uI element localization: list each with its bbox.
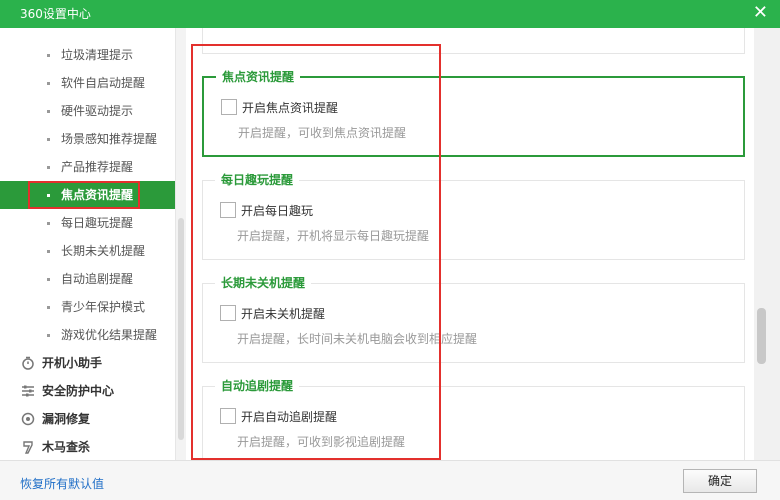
bullet-icon bbox=[47, 110, 50, 113]
sidebar-group-security-center[interactable]: 安全防护中心 bbox=[0, 377, 175, 405]
bullet-icon bbox=[47, 54, 50, 57]
sidebar-item-hardware-driver[interactable]: 硬件驱动提示 bbox=[0, 97, 175, 125]
section-title: 长期未关机提醒 bbox=[215, 275, 312, 291]
bullet-icon bbox=[47, 82, 50, 85]
sidebar-item-product-recommend[interactable]: 产品推荐提醒 bbox=[0, 153, 175, 181]
sidebar-scrollbar[interactable] bbox=[176, 28, 186, 460]
section-description: 开启提醒，可收到影视追剧提醒 bbox=[237, 435, 406, 449]
section-daily-fun: 每日趣玩提醒 开启每日趣玩 开启提醒，开机将显示每日趣玩提醒 bbox=[202, 172, 745, 260]
sidebar-item-label: 自动追剧提醒 bbox=[61, 272, 134, 286]
sidebar-item-teen-protection[interactable]: 青少年保护模式 bbox=[0, 293, 175, 321]
sidebar-item-label: 每日趣玩提醒 bbox=[61, 216, 134, 230]
section-description: 开启提醒，长时间未关机电脑会收到相应提醒 bbox=[237, 332, 478, 346]
sidebar-item-focus-news[interactable]: 焦点资讯提醒 bbox=[0, 181, 175, 209]
sidebar-group-label: 木马查杀 bbox=[42, 440, 91, 454]
sidebar-scrollbar-thumb[interactable] bbox=[178, 218, 184, 440]
bullet-icon bbox=[47, 222, 50, 225]
sidebar-item-label: 硬件驱动提示 bbox=[61, 104, 134, 118]
bullet-icon bbox=[47, 250, 50, 253]
sidebar-item-daily-fun[interactable]: 每日趣玩提醒 bbox=[0, 209, 175, 237]
ok-button[interactable]: 确定 bbox=[683, 469, 757, 493]
sidebar-item-label: 垃圾清理提示 bbox=[61, 48, 134, 62]
bullet-icon bbox=[47, 278, 50, 281]
patch-icon bbox=[21, 412, 35, 426]
sidebar-item-game-optimize[interactable]: 游戏优化结果提醒 bbox=[0, 321, 175, 349]
restore-defaults-link[interactable]: 恢复所有默认值 bbox=[20, 475, 104, 492]
sidebar-group-boot-assistant[interactable]: 开机小助手 bbox=[0, 349, 175, 377]
sidebar-group-label: 安全防护中心 bbox=[42, 384, 115, 398]
highlight-box bbox=[28, 181, 140, 209]
checkbox[interactable] bbox=[220, 305, 236, 321]
sidebar-group-label: 漏洞修复 bbox=[42, 412, 91, 426]
close-icon[interactable]: ✕ bbox=[753, 2, 768, 24]
section-title: 自动追剧提醒 bbox=[215, 378, 300, 394]
section-title: 每日趣玩提醒 bbox=[215, 172, 300, 188]
settings-window: 360设置中心 ✕ 垃圾清理提示 软件自启动提醒 硬件驱动提示 场景感知推荐提醒… bbox=[0, 0, 780, 500]
sidebar-item-label: 长期未关机提醒 bbox=[61, 244, 146, 258]
content-scrollbar[interactable] bbox=[754, 28, 780, 460]
window-title: 360设置中心 bbox=[20, 7, 91, 21]
sidebar-item-software-autostart[interactable]: 软件自启动提醒 bbox=[0, 69, 175, 97]
settings-content: 焦点资讯提醒 开启焦点资讯提醒 开启提醒，可收到焦点资讯提醒 每日趣玩提醒 开启… bbox=[186, 28, 766, 460]
checkbox-label: 开启每日趣玩 bbox=[241, 204, 314, 218]
content-scrollbar-thumb[interactable] bbox=[757, 308, 766, 364]
sliders-icon bbox=[21, 384, 35, 398]
scan-icon bbox=[21, 440, 35, 454]
sidebar-item-label: 青少年保护模式 bbox=[61, 300, 146, 314]
bullet-icon bbox=[47, 166, 50, 169]
bullet-icon bbox=[47, 306, 50, 309]
bullet-icon bbox=[47, 138, 50, 141]
section-title: 焦点资讯提醒 bbox=[216, 69, 301, 85]
title-bar: 360设置中心 ✕ bbox=[0, 0, 780, 28]
checkbox[interactable] bbox=[220, 408, 236, 424]
checkbox-label: 开启自动追剧提醒 bbox=[241, 410, 338, 424]
sidebar-item-label: 软件自启动提醒 bbox=[61, 76, 146, 90]
checkbox[interactable] bbox=[220, 202, 236, 218]
focus-news-toggle[interactable]: 开启焦点资讯提醒 bbox=[221, 99, 338, 117]
sidebar-group-vuln-fix[interactable]: 漏洞修复 bbox=[0, 405, 175, 433]
timer-icon bbox=[21, 356, 35, 370]
sidebar-group-label: 开机小助手 bbox=[42, 356, 103, 370]
daily-fun-toggle[interactable]: 开启每日趣玩 bbox=[220, 202, 313, 220]
long-uptime-toggle[interactable]: 开启未关机提醒 bbox=[220, 305, 325, 323]
checkbox[interactable] bbox=[221, 99, 237, 115]
sidebar-item-label: 产品推荐提醒 bbox=[61, 160, 134, 174]
sidebar-group-trojan-scan[interactable]: 木马查杀 bbox=[0, 433, 175, 460]
checkbox-label: 开启未关机提醒 bbox=[241, 307, 326, 321]
sidebar-item-scene-recommend[interactable]: 场景感知推荐提醒 bbox=[0, 125, 175, 153]
sidebar-item-auto-series[interactable]: 自动追剧提醒 bbox=[0, 265, 175, 293]
section-auto-series: 自动追剧提醒 开启自动追剧提醒 开启提醒，可收到影视追剧提醒 bbox=[202, 378, 745, 460]
sidebar-item-label: 游戏优化结果提醒 bbox=[61, 328, 158, 342]
bullet-icon bbox=[47, 334, 50, 337]
section-description: 开启提醒，可收到焦点资讯提醒 bbox=[238, 126, 407, 140]
sidebar-item-label: 场景感知推荐提醒 bbox=[61, 132, 158, 146]
sidebar-item-long-uptime[interactable]: 长期未关机提醒 bbox=[0, 237, 175, 265]
footer-bar: 恢复所有默认值 确定 bbox=[0, 460, 780, 500]
sidebar: 垃圾清理提示 软件自启动提醒 硬件驱动提示 场景感知推荐提醒 产品推荐提醒 焦点… bbox=[0, 28, 176, 460]
auto-series-toggle[interactable]: 开启自动追剧提醒 bbox=[220, 408, 337, 426]
checkbox-label: 开启焦点资讯提醒 bbox=[242, 101, 339, 115]
previous-section-partial bbox=[202, 28, 745, 54]
sidebar-item-garbage-cleanup[interactable]: 垃圾清理提示 bbox=[0, 41, 175, 69]
section-long-uptime: 长期未关机提醒 开启未关机提醒 开启提醒，长时间未关机电脑会收到相应提醒 bbox=[202, 275, 745, 363]
section-description: 开启提醒，开机将显示每日趣玩提醒 bbox=[237, 229, 430, 243]
section-focus-news: 焦点资讯提醒 开启焦点资讯提醒 开启提醒，可收到焦点资讯提醒 bbox=[202, 69, 745, 157]
